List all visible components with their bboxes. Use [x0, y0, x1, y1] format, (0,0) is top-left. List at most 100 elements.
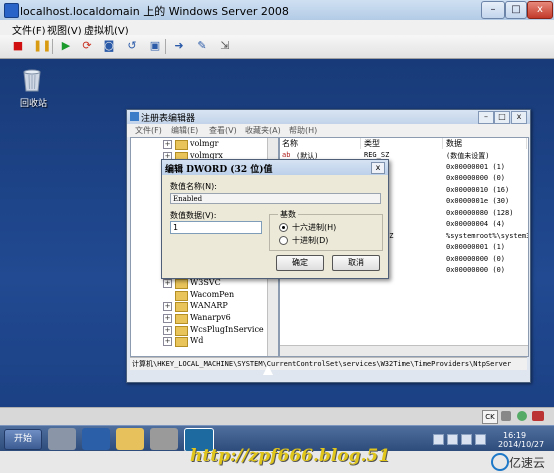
tree-item[interactable]: + volmgr — [131, 139, 268, 150]
clock-date[interactable]: 2014/10/27 — [498, 440, 544, 449]
cancel-button[interactable]: 取消 — [332, 255, 380, 271]
revert-icon[interactable]: ↺ — [125, 39, 139, 53]
close-button[interactable]: x — [527, 1, 553, 19]
watermark-text: http://zpf666.blog.51 — [190, 446, 391, 466]
hex-radio-label[interactable]: 十六进制(H) — [292, 222, 336, 233]
send-icon[interactable]: ➜ — [172, 39, 186, 53]
tree-item[interactable]: + WANARP — [131, 301, 268, 313]
network-tray-icon[interactable] — [433, 434, 444, 445]
base-label: 基数 — [278, 209, 298, 220]
tree-item[interactable]: + WcsPlugInService — [131, 325, 268, 336]
column-name[interactable]: 名称 — [282, 138, 361, 149]
folder-icon — [175, 325, 188, 336]
play-icon[interactable]: ▶ — [59, 39, 73, 53]
start-label: 开始 — [13, 434, 32, 444]
tree-item[interactable]: + Wanarpv6 — [131, 313, 268, 324]
flag-tray-icon[interactable] — [447, 434, 458, 445]
values-hscrollbar[interactable] — [280, 345, 528, 356]
registry-path: 计算机\HKEY_LOCAL_MACHINE\SYSTEM\CurrentCon… — [132, 360, 512, 368]
tree-item-label: Wd — [190, 336, 204, 346]
decimal-radio[interactable] — [279, 236, 288, 245]
vm-menubar: 文件(F) 视图(V) 虚拟机(V) — [0, 20, 554, 37]
regedit-maximize-button[interactable]: □ — [494, 111, 510, 124]
value-data-cell: 0x00000000 (0) — [446, 254, 506, 263]
value-data-input[interactable]: 1 — [170, 221, 262, 234]
powershell-icon[interactable] — [82, 428, 110, 450]
tree-expander-icon[interactable]: + — [163, 302, 172, 312]
value-data-cell: 0x0000001e (30) — [446, 197, 510, 205]
regedit-icon — [130, 112, 139, 121]
regedit-menu-file[interactable]: 文件(F) — [135, 125, 162, 136]
server-manager-icon[interactable] — [48, 428, 76, 450]
value-data-cell: 0x00000010 (16) — [446, 185, 510, 194]
display-tray-icon[interactable] — [475, 434, 486, 445]
fullscreen-icon[interactable]: ⇲ — [218, 39, 232, 53]
folder-icon — [175, 302, 188, 313]
close-tray-icon[interactable] — [532, 411, 544, 421]
input-method-badge[interactable]: CK — [482, 410, 498, 424]
folder-icon — [175, 290, 188, 301]
value-data-cell: 0x00000001 (1) — [446, 243, 506, 251]
value-data-cell: (数值未设置) — [446, 152, 490, 160]
value-data-cell: %systemroot%\system32 — [446, 231, 529, 240]
clock-time[interactable]: 16:19 — [503, 431, 526, 440]
toolbar-separator — [52, 39, 53, 54]
tree-item[interactable]: + Wd — [131, 336, 268, 348]
vm-app-icon — [4, 3, 19, 18]
regedit-close-button[interactable]: x — [511, 111, 527, 124]
ok-button[interactable]: 确定 — [276, 255, 324, 271]
dialog-close-button[interactable]: x — [371, 162, 385, 174]
value-data-cell: 0x00000080 (128) — [446, 208, 514, 217]
tree-item-label: Wanarpv6 — [190, 313, 231, 322]
tree-item-label: WacomPen — [190, 289, 235, 299]
maximize-button[interactable]: □ — [505, 1, 527, 19]
value-data-cell: 0x00000004 (4) — [446, 220, 506, 228]
stop-icon[interactable]: ■ — [11, 39, 25, 53]
tree-expander-icon[interactable]: + — [163, 314, 172, 323]
settings-icon[interactable]: ✎ — [195, 39, 209, 53]
vm-status-strip — [0, 407, 554, 426]
regedit-menu-help[interactable]: 帮助(H) — [289, 125, 317, 136]
vm-window-title: localhost.localdomain 上的 Windows Server … — [20, 5, 289, 18]
base-groupbox: 基数 十六进制(H) 十进制(D) — [269, 209, 383, 251]
tree-item-label: W3SVC — [190, 278, 221, 288]
regedit-minimize-button[interactable]: – — [478, 111, 494, 124]
tree-item[interactable]: + W3SVC — [131, 278, 268, 290]
regedit-menu-favorites[interactable]: 收藏夹(A) — [245, 125, 281, 136]
dialog-title: 编辑 DWORD (32 位)值 — [165, 165, 273, 175]
regedit-menu-edit[interactable]: 编辑(E) — [171, 125, 198, 136]
regedit-menu-view[interactable]: 查看(V) — [209, 125, 237, 136]
help-icon[interactable] — [501, 411, 511, 421]
tree-item-label: volmgr — [190, 139, 219, 148]
value-type-cell: REG_SZ — [364, 151, 390, 159]
hex-radio[interactable] — [279, 223, 288, 232]
value-data-label: 数值数据(V): — [170, 211, 217, 220]
toolbar-separator — [165, 39, 166, 54]
regedit-menubar: 文件(F) 编辑(E) 查看(V) 收藏夹(A) 帮助(H) — [127, 124, 530, 137]
tools-icon[interactable] — [150, 428, 178, 450]
recycle-bin-label[interactable]: 回收站 — [20, 96, 47, 109]
mouse-cursor-icon — [263, 365, 273, 375]
speaker-tray-icon[interactable] — [461, 434, 472, 445]
tree-expander-icon[interactable]: + — [163, 140, 172, 149]
value-data-cell: 0x00000001 (1) — [446, 162, 506, 171]
decimal-radio-label[interactable]: 十进制(D) — [292, 235, 328, 246]
tree-expander-icon[interactable]: + — [163, 325, 172, 335]
brand-logo-icon — [491, 453, 509, 471]
snapshot-icon[interactable]: ◙ — [102, 39, 116, 53]
tree-item[interactable]: WacomPen — [131, 290, 268, 301]
manage-snapshots-icon[interactable]: ▣ — [148, 39, 162, 53]
start-button[interactable]: 开始 — [4, 429, 42, 450]
column-data[interactable]: 数据 — [446, 138, 527, 149]
tree-expander-icon[interactable]: + — [163, 279, 172, 289]
folder-icon — [175, 314, 188, 324]
minimize-button[interactable]: – — [481, 1, 505, 19]
recycle-bin-icon[interactable] — [21, 66, 43, 92]
pause-icon[interactable]: ❚❚ — [33, 39, 51, 53]
reset-icon[interactable]: ⟳ — [80, 39, 94, 53]
explorer-icon[interactable] — [116, 428, 144, 450]
tray-icon[interactable] — [517, 411, 527, 421]
tree-expander-icon[interactable]: + — [163, 337, 172, 347]
value-data-cell: 0x00000000 (0) — [446, 174, 506, 182]
column-type[interactable]: 类型 — [364, 138, 443, 149]
